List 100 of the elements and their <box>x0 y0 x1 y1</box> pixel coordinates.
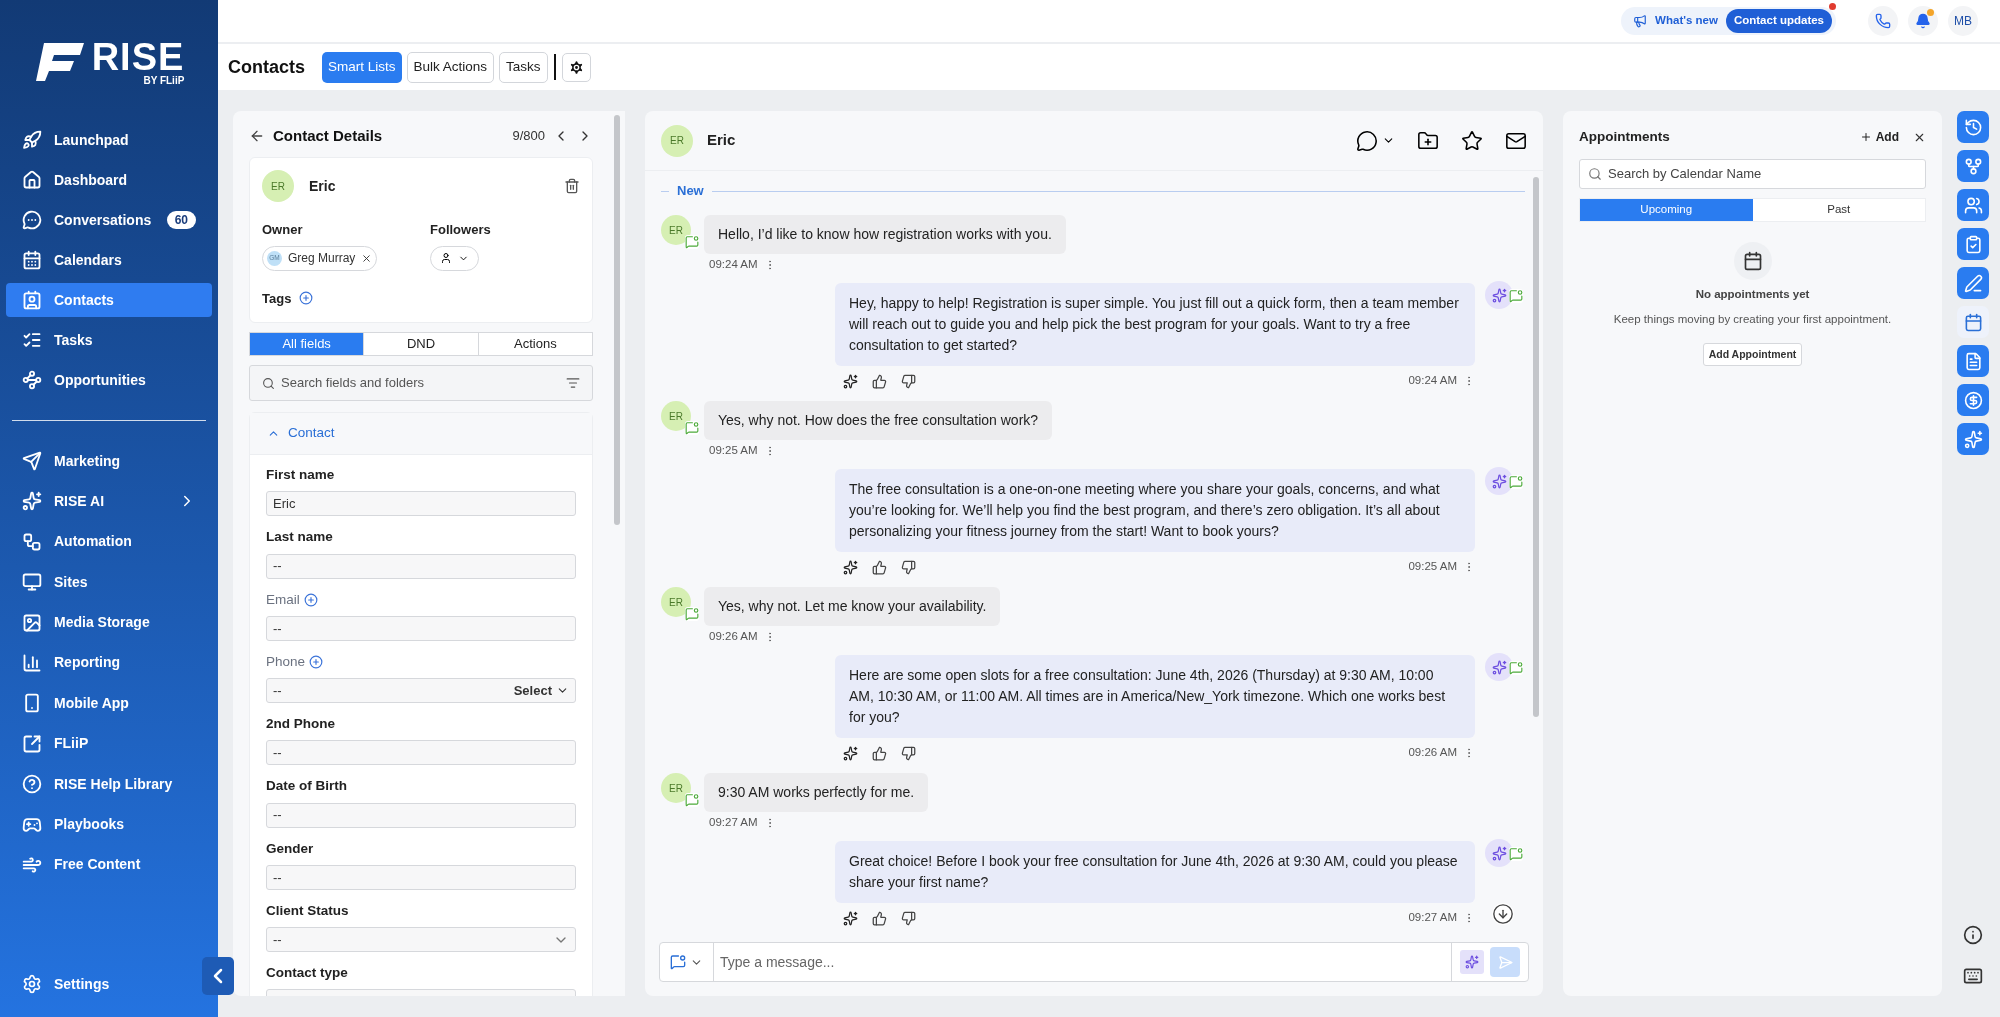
input-field[interactable]: -- <box>266 802 576 828</box>
scrollbar-thumb[interactable] <box>1533 177 1539 717</box>
appointment-tab[interactable]: Past <box>1752 199 1925 221</box>
add-icon[interactable] <box>303 592 318 607</box>
thumbs-down-icon[interactable] <box>901 910 916 926</box>
rail-button[interactable] <box>1957 345 1989 377</box>
input-field[interactable]: Eric <box>266 491 576 517</box>
thumbs-up-icon[interactable] <box>872 910 887 926</box>
sparkles-icon <box>1491 287 1507 303</box>
channel-menu[interactable] <box>1356 129 1395 152</box>
sparkles-icon[interactable] <box>843 910 858 926</box>
thumbs-down-icon[interactable] <box>901 745 916 761</box>
input-field[interactable]: -- <box>266 927 576 952</box>
header-tab[interactable]: Smart Lists <box>322 51 402 83</box>
sparkles-icon[interactable] <box>843 745 858 761</box>
nav-item[interactable]: RISE AI <box>6 484 212 519</box>
add-tag-icon[interactable] <box>299 291 314 306</box>
nav-item[interactable]: Media Storage <box>6 605 212 640</box>
nav-item[interactable]: Conversations 60 <box>6 203 212 237</box>
country-select[interactable]: Select <box>513 680 569 701</box>
nav-item[interactable]: Dashboard <box>6 163 212 197</box>
whats-new-link[interactable]: What's new <box>1655 12 1718 30</box>
settings-nav-item[interactable]: Settings <box>22 967 110 1001</box>
rail-button[interactable] <box>1957 228 1989 260</box>
nav-item[interactable]: Sites <box>6 565 212 600</box>
header-tab[interactable]: Tasks <box>499 51 548 83</box>
thumbs-up-icon[interactable] <box>872 559 887 575</box>
header-tab[interactable]: Bulk Actions <box>406 51 495 83</box>
owner-name: Greg Murray <box>288 250 356 267</box>
sparkles-icon[interactable] <box>843 373 858 389</box>
logo-mark-icon <box>33 40 86 83</box>
rail-button[interactable] <box>1957 306 1989 338</box>
rail-button[interactable] <box>1957 384 1989 416</box>
scrollbar-thumb[interactable] <box>614 115 620 525</box>
back-arrow-icon[interactable] <box>249 128 265 144</box>
nav-item[interactable]: Contacts <box>6 283 212 317</box>
sms-channel-icon <box>1509 847 1523 861</box>
thumbs-up-icon[interactable] <box>872 745 887 761</box>
remove-icon[interactable] <box>361 252 373 264</box>
nav-item[interactable]: Opportunities <box>6 363 212 397</box>
settings-button[interactable] <box>561 52 591 82</box>
thumbs-down-icon[interactable] <box>901 373 916 389</box>
ai-assist-button[interactable] <box>1460 950 1484 974</box>
rail-button[interactable] <box>1957 150 1989 182</box>
field-tab[interactable]: DND <box>364 333 479 355</box>
field-label: Last name <box>266 528 333 547</box>
scroll-down-icon[interactable] <box>1492 903 1514 925</box>
input-field[interactable]: -- <box>266 864 576 890</box>
search-field[interactable]: Search by Calendar Name <box>1579 159 1926 189</box>
trash-icon[interactable] <box>564 178 580 194</box>
nav-item[interactable]: FLiiP <box>6 726 212 761</box>
nav-item[interactable]: Marketing <box>6 444 212 478</box>
input-field[interactable]: -- <box>266 553 576 579</box>
contact-updates-button[interactable]: Contact updates <box>1725 9 1832 33</box>
settings-icon <box>22 974 42 994</box>
tags-label: Tags <box>262 289 292 308</box>
phone-button[interactable] <box>1868 6 1898 36</box>
nav-item[interactable]: Tasks <box>6 323 212 357</box>
contact-avatar: ER <box>262 170 294 202</box>
rail-button[interactable] <box>1957 189 1989 221</box>
document-icon <box>1963 351 1983 371</box>
appointment-tab[interactable]: Upcoming <box>1580 199 1753 221</box>
nav-item[interactable]: Playbooks <box>6 807 212 842</box>
thumbs-down-icon[interactable] <box>901 559 916 575</box>
nav-item[interactable]: Mobile App <box>6 686 212 721</box>
input-field[interactable]: -- <box>266 740 576 766</box>
collapse-sidebar-button[interactable] <box>202 957 234 995</box>
user-avatar[interactable]: MB <box>1948 6 1978 36</box>
field-label: Phone <box>266 652 306 671</box>
dollar-icon <box>1963 390 1983 410</box>
add-appointment-button[interactable]: Add Appointment <box>1702 342 1803 367</box>
sparkles-icon[interactable] <box>843 559 858 575</box>
nav-item[interactable]: RISE Help Library <box>6 767 212 802</box>
wind-icon <box>22 854 42 875</box>
info-icon[interactable] <box>1963 925 1983 945</box>
rail-button[interactable] <box>1957 111 1989 143</box>
nav-item[interactable]: Launchpad <box>6 123 212 157</box>
add-icon[interactable] <box>309 654 324 669</box>
rail-button[interactable] <box>1957 423 1989 455</box>
section-header[interactable]: Contact <box>250 413 592 455</box>
calendar-icon <box>1742 251 1763 271</box>
nav-item[interactable]: Reporting <box>6 645 212 680</box>
notifications-button[interactable] <box>1908 6 1938 36</box>
search-field[interactable]: Search fields and folders <box>249 365 593 401</box>
filter-icon[interactable] <box>566 376 580 390</box>
nav-item[interactable]: Automation <box>6 524 212 559</box>
star-icon[interactable] <box>1461 129 1483 152</box>
field-tab[interactable]: Actions <box>478 333 592 355</box>
input-field[interactable]: -- Select <box>266 678 576 703</box>
field-tab[interactable]: All fields <box>250 333 365 355</box>
thumbs-up-icon[interactable] <box>872 373 887 389</box>
nav-item[interactable]: Free Content <box>6 847 212 882</box>
nav-item[interactable]: Calendars <box>6 243 212 277</box>
keyboard-icon[interactable] <box>1963 966 1983 986</box>
rail-button[interactable] <box>1957 267 1989 299</box>
image-icon <box>22 612 42 633</box>
empty-state-text: Keep things moving by creating your first appointment. <box>1613 312 1892 328</box>
folder-plus-icon[interactable] <box>1417 129 1439 152</box>
add-button[interactable]: Add <box>1859 128 1899 146</box>
input-field[interactable]: -- <box>266 615 576 641</box>
